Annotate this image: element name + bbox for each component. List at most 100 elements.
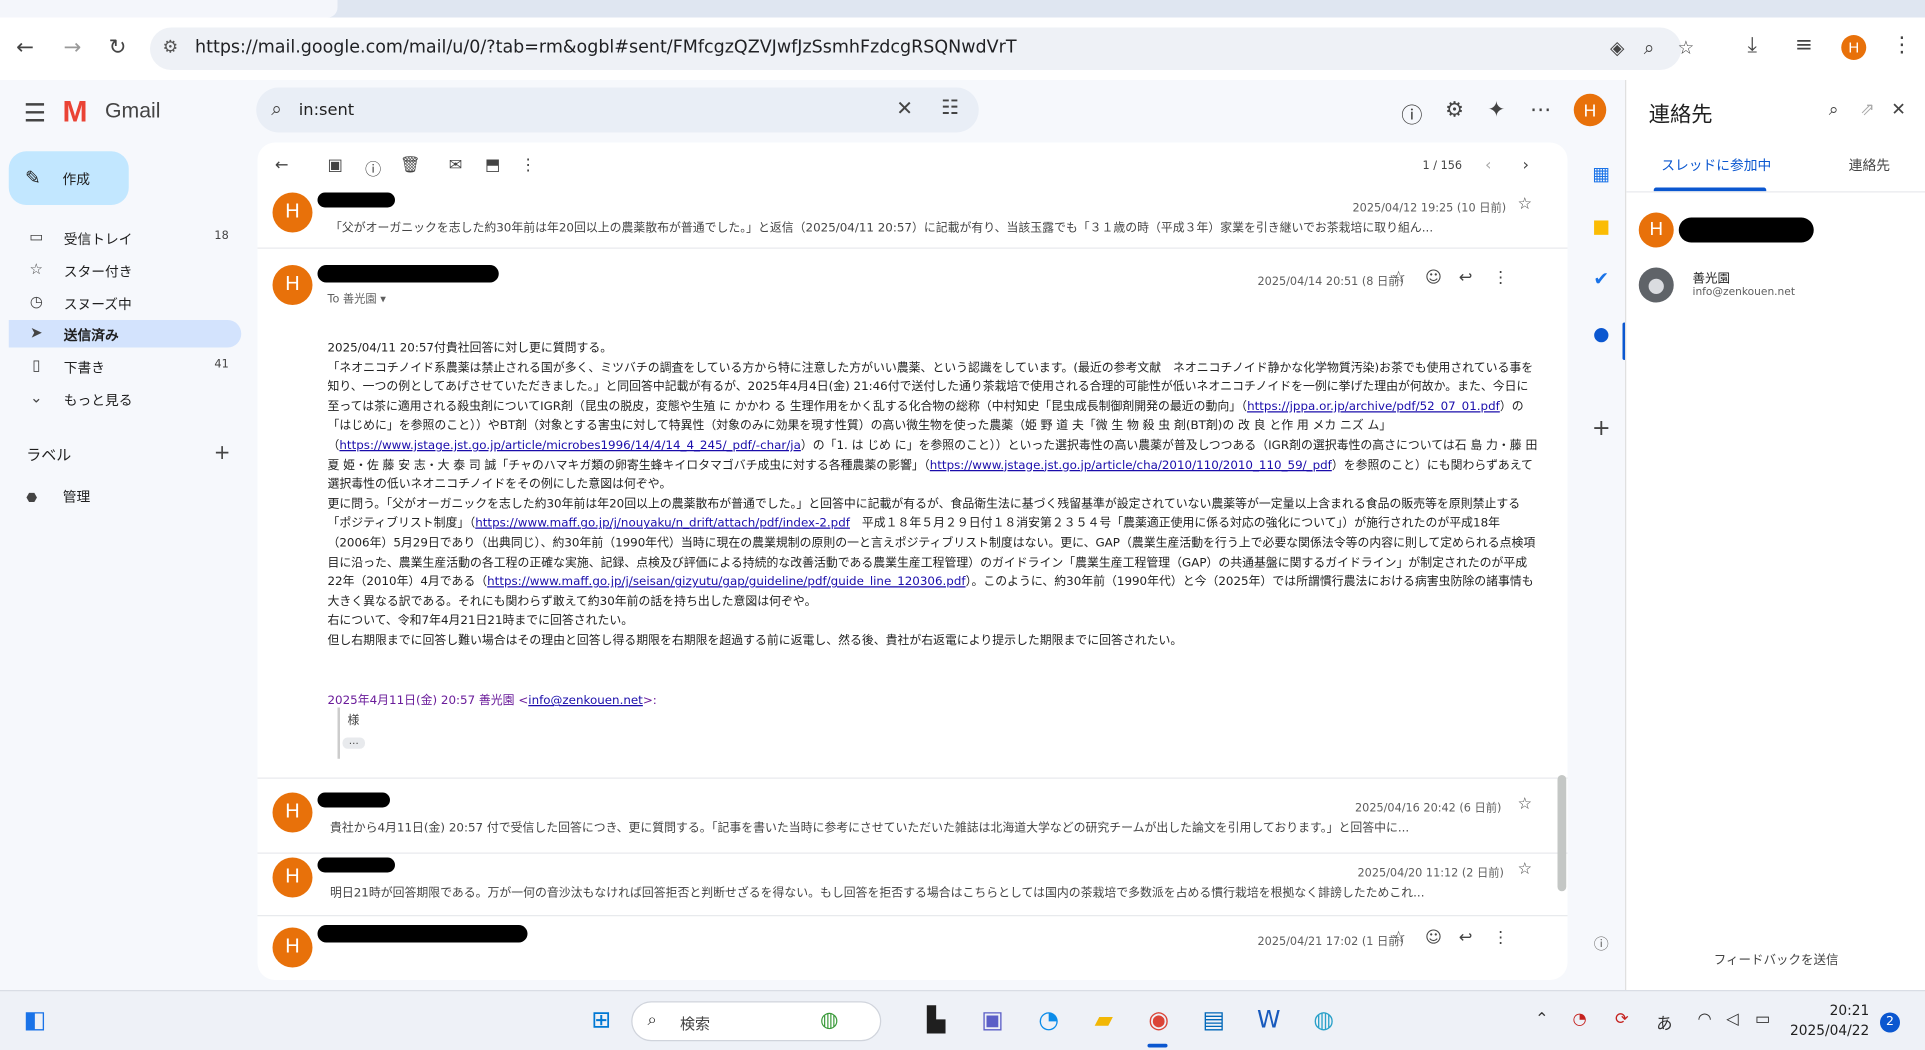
taskbar-search[interactable]: ⌕ 検索 ◍ xyxy=(631,1001,882,1042)
ime-indicator[interactable]: あ xyxy=(1656,1010,1672,1034)
feedback-link[interactable]: フィードバックを送信 xyxy=(1714,949,1839,968)
message-collapsed[interactable]: H 2025/04/16 20:42 (6 日前) ☆ 貴社から4月11日(金)… xyxy=(258,788,1568,853)
star-toggle-icon[interactable]: ☆ xyxy=(1518,795,1533,814)
move-to-icon[interactable]: ⬒ xyxy=(485,156,500,175)
nav-starred[interactable]: ☆ スター付き xyxy=(9,256,242,284)
browser-menu-icon[interactable]: ⋮ xyxy=(1891,33,1912,58)
notification-badge[interactable]: 2 xyxy=(1880,1012,1900,1033)
download-icon[interactable]: ⤓ xyxy=(1748,33,1757,58)
star-toggle-icon[interactable]: ☆ xyxy=(1518,860,1533,879)
file-explorer-icon[interactable]: ▰ xyxy=(1088,1006,1121,1034)
search-options-icon[interactable]: ☷ xyxy=(941,95,959,119)
star-toggle-icon[interactable]: ☆ xyxy=(1391,269,1406,288)
open-in-new-icon[interactable]: ⇗ xyxy=(1860,100,1875,120)
link-jstage-cha[interactable]: https://www.jstage.jst.go.jp/article/cha… xyxy=(930,458,1332,472)
media-queue-icon[interactable]: ≡ xyxy=(1795,33,1813,58)
forward-arrow-icon[interactable]: → xyxy=(58,33,88,63)
nav-more[interactable]: ⌄ もっと見る xyxy=(9,385,242,413)
profile-avatar[interactable]: H xyxy=(1841,35,1867,60)
newer-chevron-icon[interactable]: ‹ xyxy=(1485,156,1492,175)
taskbar-clock[interactable]: 20:21 2025/04/22 xyxy=(1790,1001,1869,1041)
nav-inbox[interactable]: ▭ 受信トレイ 18 xyxy=(9,224,242,252)
tab-contacts[interactable]: 連絡先 xyxy=(1849,155,1890,175)
recipient-line[interactable]: To 善光園 ▾ xyxy=(328,290,386,307)
search-icon[interactable]: ⌕ xyxy=(1829,100,1839,120)
participant-contact[interactable]: ● 善光園 info@zenkouen.net xyxy=(1638,263,1914,308)
battery-icon[interactable]: ▭ xyxy=(1755,1010,1770,1029)
message-collapsed[interactable]: H 2025/04/20 11:12 (2 日前) ☆ 明日21時が回答期限であ… xyxy=(258,853,1568,916)
message-more-icon[interactable]: ⋮ xyxy=(1493,269,1509,288)
bookmark-star-icon[interactable]: ☆ xyxy=(1678,36,1695,59)
volume-icon[interactable]: ◁ xyxy=(1726,1010,1739,1029)
edge-browser-icon[interactable]: ◔ xyxy=(1033,1006,1066,1034)
clear-search-icon[interactable]: ✕ xyxy=(896,96,913,120)
widgets-icon[interactable]: ◧ xyxy=(19,1006,52,1034)
teams-chat-icon[interactable]: ▣ xyxy=(976,1006,1009,1034)
link-jppa[interactable]: https://jppa.or.jp/archive/pdf/52_07_01.… xyxy=(1247,400,1500,414)
show-hidden-icons-icon[interactable]: ⌃ xyxy=(1535,1010,1549,1029)
older-chevron-icon[interactable]: › xyxy=(1523,156,1530,175)
gmail-logo-icon[interactable]: M xyxy=(63,95,88,130)
address-bar[interactable]: ⚙ https://mail.google.com/mail/u/0/?tab=… xyxy=(150,27,1694,70)
star-toggle-icon[interactable]: ☆ xyxy=(1391,929,1406,948)
address-url[interactable]: https://mail.google.com/mail/u/0/?tab=rm… xyxy=(195,38,1017,58)
help-icon[interactable]: ⓘ xyxy=(1401,98,1422,129)
gemini-sparkle-icon[interactable]: ✦ xyxy=(1488,98,1506,123)
task-view-icon[interactable]: ▙ xyxy=(920,1006,953,1034)
participant-self[interactable]: H xyxy=(1638,208,1914,253)
zoom-icon[interactable]: ⌕ xyxy=(1644,36,1655,59)
get-addons-icon[interactable]: + xyxy=(1590,415,1613,441)
star-toggle-icon[interactable]: ☆ xyxy=(1518,195,1533,214)
link-jstage-microbes[interactable]: https://www.jstage.jst.go.jp/article/mic… xyxy=(339,439,800,453)
thread-scrollbar[interactable] xyxy=(1557,775,1567,892)
wifi-icon[interactable]: ◠ xyxy=(1698,1010,1712,1029)
reload-icon[interactable]: ↻ xyxy=(103,33,133,63)
reply-icon[interactable]: ↩ xyxy=(1459,929,1473,948)
link-maff-nouyaku[interactable]: https://www.maff.go.jp/j/nouyaku/n_drift… xyxy=(475,517,850,531)
close-icon[interactable]: ✕ xyxy=(1891,100,1906,120)
apps-grid-icon[interactable]: ⋯ xyxy=(1530,98,1551,123)
delete-icon[interactable]: 🗑 xyxy=(400,156,421,175)
tasks-icon[interactable]: ✔ xyxy=(1590,268,1613,291)
show-trimmed-content-button[interactable]: … xyxy=(342,736,365,749)
message-collapsed[interactable]: H 2025/04/12 19:25 (10 日前) ☆ 「父がオーガニックを志… xyxy=(258,188,1568,248)
add-label-icon[interactable]: + xyxy=(214,440,231,464)
message-more-icon[interactable]: ⋮ xyxy=(1493,929,1509,948)
reply-icon[interactable]: ↩ xyxy=(1459,269,1473,288)
emoji-react-icon[interactable]: ☺ xyxy=(1425,929,1442,948)
chrome-browser-icon[interactable]: ◉ xyxy=(1143,1006,1176,1034)
gmail-brand[interactable]: Gmail xyxy=(105,99,161,124)
windows-start-icon[interactable]: ⊞ xyxy=(585,1006,618,1034)
mark-unread-icon[interactable]: ✉ xyxy=(449,156,463,175)
info-icon[interactable]: ⓘ xyxy=(1590,933,1613,954)
message-collapsed[interactable]: H 2025/04/21 17:02 (1 日前) ☆ ☺ ↩ ⋮ xyxy=(258,923,1568,981)
back-to-list-icon[interactable]: ← xyxy=(275,156,289,175)
compose-button[interactable]: ✎ 作成 xyxy=(8,151,129,205)
tray-sync-icon[interactable]: ⟳ xyxy=(1615,1010,1629,1029)
network-globe-app-icon[interactable]: ◍ xyxy=(1308,1006,1341,1034)
nav-snoozed[interactable]: ◷ スヌーズ中 xyxy=(9,289,242,317)
search-icon[interactable]: ⌕ xyxy=(271,98,282,121)
hamburger-menu-icon[interactable]: ☰ xyxy=(24,98,46,128)
back-arrow-icon[interactable]: ← xyxy=(10,33,40,63)
settings-gear-icon[interactable]: ⚙ xyxy=(1445,98,1464,123)
browser-tab-active[interactable] xyxy=(0,0,338,18)
site-info-icon[interactable]: ⚙ xyxy=(163,38,179,58)
report-spam-icon[interactable]: ⓘ xyxy=(365,156,381,180)
link-maff-gap[interactable]: https://www.maff.go.jp/j/seisan/gizyutu/… xyxy=(487,575,965,589)
contacts-icon[interactable]: ● xyxy=(1590,323,1613,346)
tab-thread-participants[interactable]: スレッドに参加中 xyxy=(1661,155,1771,175)
more-options-icon[interactable]: ⋮ xyxy=(520,156,536,175)
calendar-icon[interactable]: ▦ xyxy=(1590,163,1613,186)
archive-icon[interactable]: ▣ xyxy=(328,156,343,175)
emoji-react-icon[interactable]: ☺ xyxy=(1425,269,1442,288)
label-item[interactable]: ⬣ 管理 xyxy=(26,486,90,506)
search-input[interactable] xyxy=(298,97,874,123)
tray-app-icon[interactable]: ◔ xyxy=(1573,1010,1587,1029)
extension-lens-icon[interactable]: ◈ xyxy=(1610,36,1624,59)
quote-email-link[interactable]: info@zenkouen.net xyxy=(528,694,643,708)
microsoft-store-icon[interactable]: ▤ xyxy=(1198,1006,1231,1034)
nav-drafts[interactable]: ▯ 下書き 41 xyxy=(9,353,242,381)
keep-icon[interactable]: ■ xyxy=(1590,215,1613,238)
word-icon[interactable]: W xyxy=(1253,1006,1286,1034)
